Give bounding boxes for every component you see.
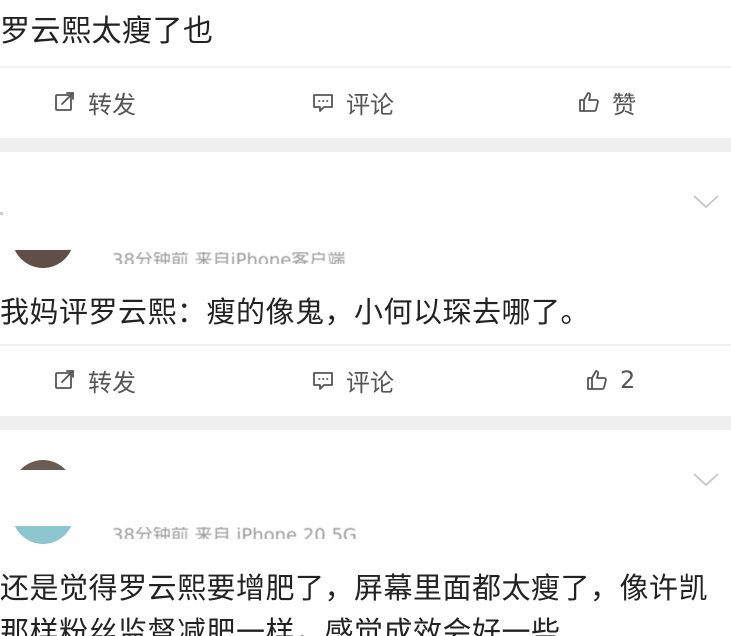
divider <box>0 66 731 68</box>
post-meta-text: 38分钟前 来自 iPhone 20 5G <box>112 527 357 539</box>
repost-button[interactable]: 转发 <box>52 350 136 410</box>
post-meta-text: 38分钟前 来自iPhone客户端 <box>112 252 346 264</box>
repost-icon <box>52 367 78 393</box>
thumbs-up-icon <box>584 367 610 393</box>
repost-label: 转发 <box>88 90 136 119</box>
weibo-comment-feed: 罗云熙太瘦了也 转发 评论 赞 38分钟前 来自iPhone客户端 我妈评罗云熙… <box>0 0 731 636</box>
like-button[interactable]: 赞 <box>576 72 636 132</box>
comment-icon <box>310 89 336 115</box>
comment-button[interactable]: 评论 <box>310 72 394 132</box>
chevron-down-icon <box>693 195 719 209</box>
post-action-bar: 转发 评论 2 <box>0 350 731 410</box>
post-text: 罗云熙太瘦了也 <box>0 14 214 49</box>
repost-button[interactable]: 转发 <box>52 72 136 132</box>
like-count: 2 <box>620 366 636 394</box>
repost-icon <box>52 89 78 115</box>
post-text: 我妈评罗云熙：瘦的像鬼，小何以琛去哪了。 <box>0 295 591 329</box>
chevron-down-icon <box>693 473 719 487</box>
avatar-edge <box>0 212 3 215</box>
avatar[interactable] <box>12 250 74 270</box>
comment-label: 评论 <box>346 90 394 119</box>
post-menu-button[interactable] <box>693 194 719 210</box>
comment-button[interactable]: 评论 <box>310 350 394 410</box>
avatar-top[interactable] <box>12 460 74 470</box>
post-meta: 38分钟前 来自iPhone客户端 <box>112 252 452 264</box>
post-action-bar: 转发 评论 赞 <box>0 72 731 132</box>
avatar[interactable] <box>12 526 74 546</box>
comment-label: 评论 <box>346 368 394 397</box>
comment-icon <box>310 367 336 393</box>
thumbs-up-icon <box>576 89 602 115</box>
repost-label: 转发 <box>88 368 136 397</box>
divider <box>0 344 731 346</box>
post-meta: 38分钟前 来自 iPhone 20 5G <box>112 527 452 539</box>
like-label: 赞 <box>612 90 636 119</box>
like-button[interactable]: 2 <box>584 350 635 410</box>
post-menu-button[interactable] <box>693 472 719 488</box>
post-text: 还是觉得罗云熙要增肥了，屏幕里面都太瘦了，像许凯那样粉丝监督减肥一样，感觉成效会… <box>0 571 709 636</box>
post-separator <box>0 138 731 152</box>
post-separator <box>0 416 731 430</box>
